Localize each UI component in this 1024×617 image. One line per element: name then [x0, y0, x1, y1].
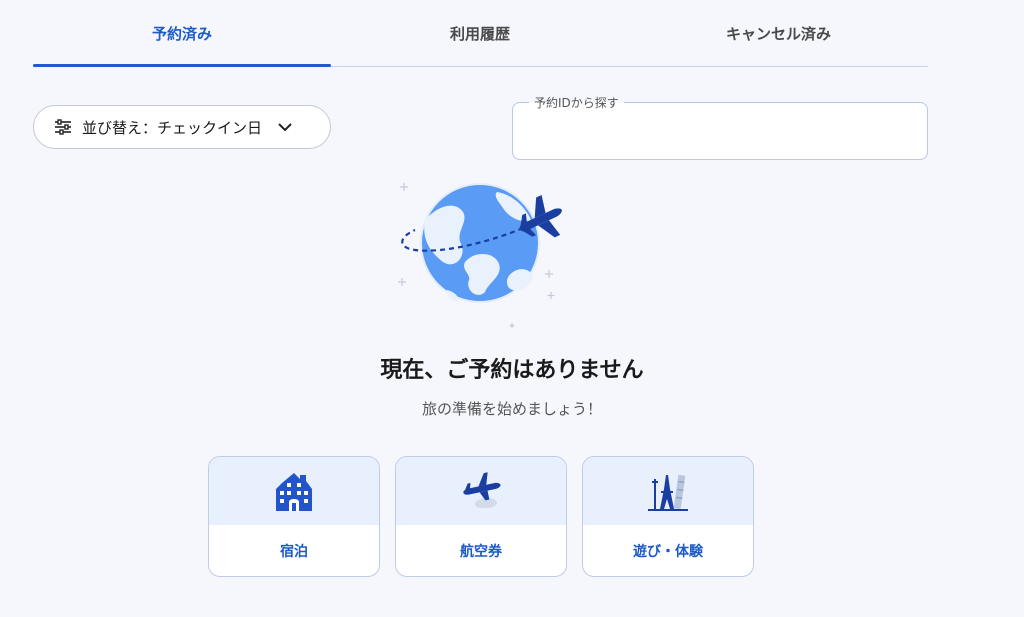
- reservations-page: 予約済み 利用履歴 キャンセル済み 並び替え：チェックイン日 予約IDから探す: [0, 0, 1024, 617]
- empty-state-subtitle: 旅の準備を始めましょう！: [421, 400, 602, 418]
- category-label: 航空券: [460, 543, 502, 560]
- search-legend: 予約IDから探す: [529, 94, 624, 111]
- empty-state-title: 現在、ご予約はありません: [380, 358, 644, 383]
- sort-button[interactable]: 並び替え：チェックイン日: [33, 105, 331, 149]
- category-card-activities[interactable]: 遊び・体験: [582, 456, 754, 577]
- tab-cancelled[interactable]: キャンセル済み: [629, 0, 928, 66]
- category-card-flight[interactable]: 航空券: [395, 456, 567, 577]
- tab-history[interactable]: 利用履歴: [331, 0, 629, 66]
- sort-label: 並び替え：チェックイン日: [82, 118, 263, 137]
- landmarks-icon: [648, 474, 688, 511]
- category-cards: 宿泊 航空券 遊び・体験: [208, 456, 754, 577]
- category-card-hotel[interactable]: 宿泊: [208, 456, 380, 577]
- reservation-id-input[interactable]: [529, 121, 911, 149]
- card-icon-area: [396, 457, 566, 525]
- category-label: 遊び・体験: [633, 543, 703, 560]
- card-icon-area: [583, 457, 753, 525]
- tab-booked[interactable]: 予約済み: [33, 0, 331, 67]
- reservation-tabs: 予約済み 利用履歴 キャンセル済み: [33, 0, 928, 67]
- globe-airplane-illustration: [398, 183, 562, 328]
- reservation-id-search: 予約IDから探す: [512, 94, 928, 160]
- chevron-down-icon: [278, 123, 292, 132]
- category-label: 宿泊: [280, 543, 308, 560]
- sliders-icon: [55, 119, 71, 135]
- airplane-icon: [463, 472, 501, 508]
- card-icon-area: [209, 457, 379, 525]
- hotel-icon: [276, 473, 312, 511]
